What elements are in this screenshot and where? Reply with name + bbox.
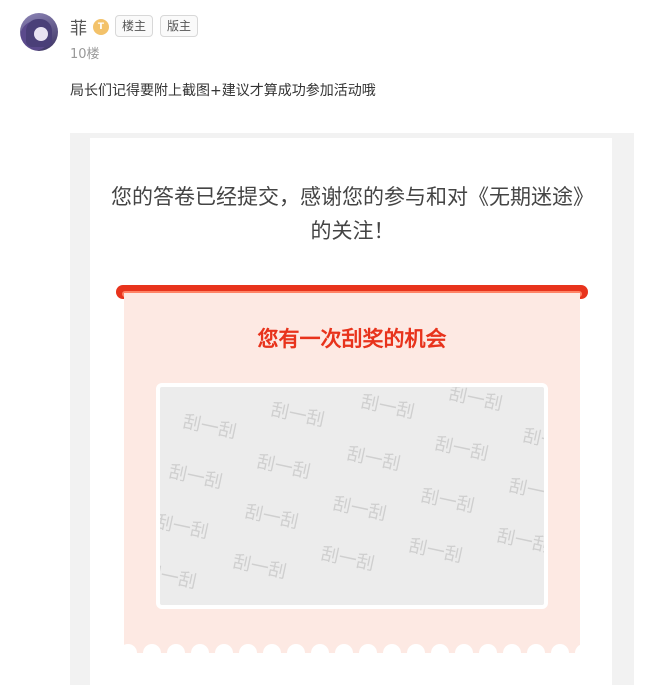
ticket-scallop — [335, 644, 353, 653]
level-badge-icon: T — [93, 19, 109, 35]
ticket-scallop — [239, 644, 257, 653]
scratch-watermark: 刮一刮 — [419, 485, 476, 517]
scratch-watermark: 刮一刮 — [160, 511, 210, 543]
moderator-tag: 版主 — [160, 15, 199, 37]
scratch-ticket: 您有一次刮奖的机会 刮一刮 刮一刮 刮一刮 刮一刮 刮一刮 刮一刮 刮一刮 刮一刮 刮一刮 刮一刮… — [124, 293, 580, 653]
ticket-scallop — [287, 644, 305, 653]
scratch-watermark: 刮一刮 — [407, 535, 464, 567]
scratch-watermark: 刮一刮 — [160, 561, 198, 593]
scratch-watermark: 刮一刮 — [507, 475, 544, 507]
ticket-scallop — [191, 644, 209, 653]
ticket-scallop — [479, 644, 497, 653]
post-message: 局长们记得要附上截图+建议才算成功参加活动哦 — [70, 83, 376, 99]
scratch-watermark: 刮一刮 — [495, 525, 544, 557]
scratch-watermark: 刮一刮 — [255, 451, 312, 483]
ticket-scallop — [263, 644, 281, 653]
scratch-watermark: 刮一刮 — [269, 399, 326, 431]
avatar[interactable] — [20, 13, 58, 51]
scratch-pattern: 刮一刮 刮一刮 刮一刮 刮一刮刮一刮 刮一刮 刮一刮 刮一刮 刮一刮刮一刮 刮一刮 刮一刮 刮一刮刮… — [160, 387, 544, 593]
ticket-scallop — [527, 644, 545, 653]
ticket-scallop — [167, 644, 185, 653]
scratch-watermark: 刮一刮 — [433, 433, 490, 465]
scratch-watermark: 刮一刮 — [345, 443, 402, 475]
ticket-scallop — [431, 644, 449, 653]
ticket-scallop — [359, 644, 377, 653]
ticket-scallop — [551, 644, 569, 653]
ticket-scallop — [383, 644, 401, 653]
scratch-watermark: 刮一刮 — [331, 493, 388, 525]
scratch-watermark: 刮一刮 — [231, 551, 288, 583]
username[interactable]: 菲 — [70, 14, 87, 39]
scratch-watermark: 刮一刮 — [319, 543, 376, 575]
ticket-scallop — [455, 644, 473, 653]
avatar-face — [34, 27, 48, 41]
ticket-scallop — [311, 644, 329, 653]
scratch-watermark: 刮一刮 — [359, 391, 416, 423]
scratch-watermark: 刮一刮 — [447, 387, 504, 415]
scratch-area[interactable]: 刮一刮 刮一刮 刮一刮 刮一刮 刮一刮 刮一刮 刮一刮 刮一刮 刮一刮 刮一刮 刮一刮 刮一刮 刮一刮刮… — [156, 383, 548, 609]
scratch-watermark: 刮一刮 — [243, 501, 300, 533]
ticket-scallop — [124, 644, 137, 653]
ticket-scallop — [503, 644, 521, 653]
ticket-scallop — [407, 644, 425, 653]
ticket-scallop — [143, 644, 161, 653]
submit-message: 您的答卷已经提交，感谢您的参与和对《无期迷途》的关注！ — [111, 185, 594, 243]
ticket-scallop — [215, 644, 233, 653]
scratch-watermark: 刮一刮 — [167, 461, 224, 493]
ticket-title: 您有一次刮奖的机会 — [257, 327, 447, 351]
scratch-watermark: 刮一刮 — [521, 425, 544, 457]
ticket-scallop — [575, 644, 580, 653]
floor-number: 10楼 — [70, 47, 100, 62]
scratch-watermark: 刮一刮 — [181, 411, 238, 443]
owner-tag: 楼主 — [115, 15, 154, 37]
